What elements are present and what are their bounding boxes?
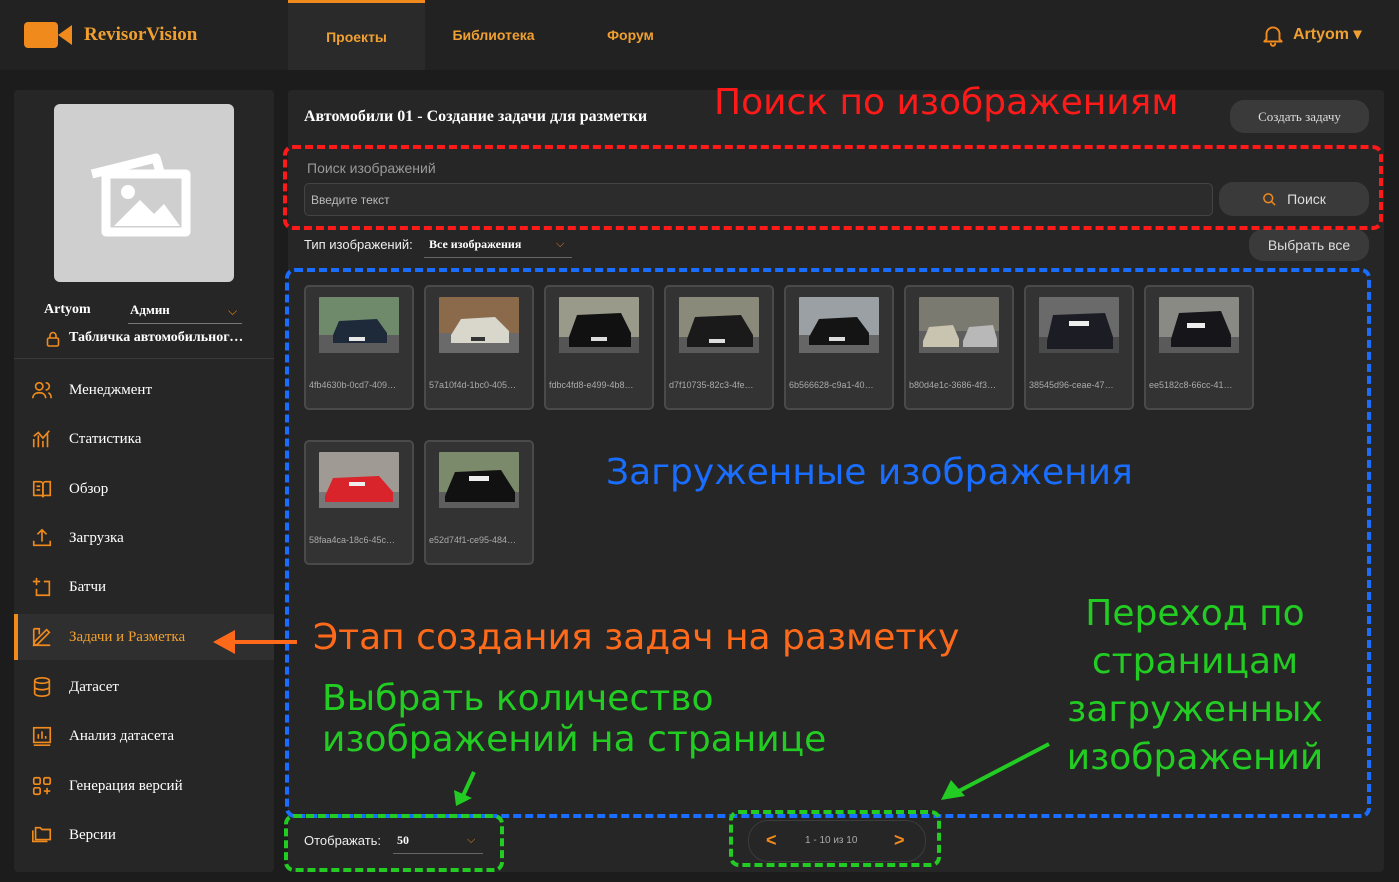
sidebar-item-statistics[interactable]: Статистика xyxy=(14,416,274,462)
book-icon xyxy=(30,477,54,501)
sidebar-item-label: Статистика xyxy=(69,430,142,447)
sidebar-item-label: Обзор xyxy=(69,480,109,497)
annotation-search: Поиск по изображениям xyxy=(714,82,1179,123)
annotation-line: изображений на странице xyxy=(322,719,827,761)
user-menu[interactable]: Artyom ▾ xyxy=(1293,24,1361,44)
sidebar-item-label: Версии xyxy=(69,826,116,843)
pencil-ruler-icon xyxy=(30,625,54,649)
chart-icon xyxy=(30,427,54,451)
sidebar-item-label: Менеджмент xyxy=(69,381,153,398)
image-type-select[interactable]: Все изображения ⌵ xyxy=(424,230,572,258)
database-icon xyxy=(30,675,54,699)
logo-camera-icon xyxy=(24,22,58,48)
sidebar-item-overview[interactable]: Обзор xyxy=(14,466,274,512)
image-type-value: Все изображения xyxy=(429,237,522,251)
create-task-button[interactable]: Создать задачу xyxy=(1230,100,1369,133)
sidebar-item-versions[interactable]: Версии xyxy=(14,812,274,858)
annotation-line: Переход по xyxy=(1085,593,1305,634)
green-arrow-down-icon xyxy=(454,771,476,806)
sidebar-item-label: Генерация версий xyxy=(69,777,183,794)
select-all-button[interactable]: Выбрать все xyxy=(1249,229,1369,261)
sidebar-project-name[interactable]: Табличка автомобильного номера xyxy=(69,330,249,346)
users-icon xyxy=(30,378,54,402)
tab-projects[interactable]: Проекты xyxy=(288,0,425,70)
add-batch-icon xyxy=(30,575,54,599)
sidebar-item-dataset-analysis[interactable]: Анализ датасета xyxy=(14,713,274,759)
bell-icon[interactable] xyxy=(1260,22,1286,48)
sidebar-item-management[interactable]: Менеджмент xyxy=(14,367,274,413)
sidebar-item-batches[interactable]: Батчи xyxy=(14,564,274,610)
grid-add-icon xyxy=(30,774,54,798)
top-navigation-bar xyxy=(0,0,1399,70)
annotation-per-page: Выбрать количество изображений на страни… xyxy=(322,678,826,761)
search-highlight-box xyxy=(283,145,1383,230)
app-logo-text[interactable]: RevisorVision xyxy=(84,24,197,46)
upload-icon xyxy=(30,526,54,550)
sidebar-item-upload[interactable]: Загрузка xyxy=(14,515,274,561)
orange-arrow-icon xyxy=(213,630,297,654)
logo-camera-lens-icon xyxy=(58,25,72,45)
annotation-task-stage: Этап создания задач на разметку xyxy=(313,617,960,658)
folders-icon xyxy=(30,823,54,847)
tab-library[interactable]: Библиотека xyxy=(425,0,562,70)
green-arrow-diagonal-icon xyxy=(941,742,1050,800)
sidebar-item-label: Анализ датасета xyxy=(69,727,175,744)
pagination-highlight-box xyxy=(729,810,941,867)
sidebar-item-label: Загрузка xyxy=(69,529,124,546)
role-select[interactable]: Админ xyxy=(130,302,170,318)
lock-icon xyxy=(46,331,60,347)
sidebar-item-label: Задачи и Разметка xyxy=(69,628,186,645)
sidebar-item-dataset[interactable]: Датасет xyxy=(14,664,274,710)
annotation-line: Выбрать количество xyxy=(322,678,714,719)
per-page-highlight-box xyxy=(284,814,504,872)
annotation-uploaded-images: Загруженные изображения xyxy=(606,452,1133,493)
sidebar-item-version-generation[interactable]: Генерация версий xyxy=(14,763,274,809)
annotation-pagination: Переход по страницам загруженных изображ… xyxy=(1050,590,1340,782)
sidebar-item-label: Датасет xyxy=(69,678,119,695)
sidebar-item-label: Батчи xyxy=(69,578,107,595)
annotation-line: изображений xyxy=(1066,736,1324,778)
tab-forum[interactable]: Форум xyxy=(562,0,699,70)
sidebar-user-name: Artyom xyxy=(44,302,91,317)
annotation-line: страницам xyxy=(1091,640,1299,682)
sidebar-divider xyxy=(14,358,274,359)
chevron-down-icon[interactable]: ⌵ xyxy=(228,304,237,319)
role-select-underline xyxy=(128,323,242,324)
annotation-line: загруженных xyxy=(1067,688,1323,730)
image-type-label: Тип изображений: xyxy=(304,237,413,252)
analysis-icon xyxy=(30,724,54,748)
project-avatar xyxy=(54,104,234,282)
page-title: Автомобили 01 - Создание задачи для разм… xyxy=(304,108,648,125)
image-placeholder-icon xyxy=(90,153,191,237)
chevron-down-icon: ⌵ xyxy=(556,238,565,250)
